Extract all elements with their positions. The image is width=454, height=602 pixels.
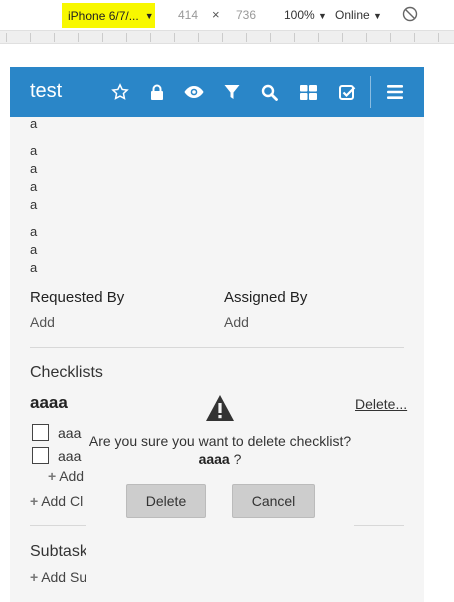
- add-checklist-link[interactable]: + Add Cl: [30, 493, 83, 509]
- dialog-message-suffix: ?: [233, 451, 242, 467]
- chevron-down-icon: ▼: [373, 11, 382, 21]
- requested-by-label: Requested By: [30, 289, 125, 306]
- star-icon[interactable]: [110, 82, 130, 102]
- device-toolbar: iPhone 6/7/... ▼ 414 × 736 100% ▼ Online…: [0, 0, 454, 30]
- assigned-by-label: Assigned By: [224, 289, 308, 306]
- chevron-down-icon: ▼: [144, 10, 154, 21]
- dialog-checklist-name: aaaa: [198, 451, 230, 467]
- eye-icon[interactable]: [184, 82, 204, 102]
- description-line: a: [30, 116, 38, 131]
- confirm-delete-dialog: Are you sure you want to delete checklis…: [86, 378, 354, 593]
- chevron-down-icon: ▼: [318, 11, 327, 21]
- grid-icon[interactable]: [298, 82, 318, 102]
- network-select[interactable]: Online ▼: [335, 8, 382, 22]
- description-line: a: [30, 260, 38, 275]
- plus-icon: +: [48, 468, 57, 484]
- cancel-button[interactable]: Cancel: [232, 484, 315, 518]
- divider: [30, 347, 404, 348]
- assigned-by-add-link[interactable]: Add: [224, 314, 249, 330]
- description-line: a: [30, 161, 38, 176]
- ruler: [0, 30, 454, 44]
- checklist-item-checkbox[interactable]: [32, 447, 49, 464]
- checklist-title[interactable]: aaaa: [30, 393, 68, 413]
- device-viewport: test a a a a a a a a Requested By Add As…: [10, 67, 424, 602]
- plus-icon: +: [30, 569, 39, 585]
- page-title: test: [30, 80, 63, 102]
- plus-icon: +: [30, 493, 39, 509]
- description-line: a: [30, 143, 38, 158]
- dialog-message: Are you sure you want to delete checklis…: [86, 432, 354, 468]
- checklist-item-checkbox[interactable]: [32, 424, 49, 441]
- rotate-icon[interactable]: [402, 6, 418, 22]
- app-header: test: [10, 67, 424, 117]
- warning-icon: [206, 395, 234, 421]
- toolbar-divider: [370, 76, 371, 108]
- delete-button[interactable]: Delete: [126, 484, 206, 518]
- add-checklist-label: Add Cl: [41, 493, 84, 509]
- zoom-select[interactable]: 100% ▼: [284, 8, 327, 22]
- device-select[interactable]: iPhone 6/7/... ▼: [62, 3, 155, 28]
- menu-icon[interactable]: [385, 82, 405, 102]
- device-name: iPhone 6/7/...: [68, 8, 139, 23]
- description-line: a: [30, 197, 38, 212]
- delete-checklist-link[interactable]: Delete...: [355, 396, 407, 412]
- dialog-message-text: Are you sure you want to delete checklis…: [88, 433, 352, 449]
- filter-icon[interactable]: [222, 82, 242, 102]
- requested-by-add-link[interactable]: Add: [30, 314, 55, 330]
- times-icon: ×: [212, 7, 220, 22]
- description-line: a: [30, 242, 38, 257]
- zoom-value: 100%: [284, 8, 315, 22]
- checkbox-icon[interactable]: [337, 82, 357, 102]
- description-line: a: [30, 224, 38, 239]
- width-field[interactable]: 414: [178, 8, 198, 22]
- search-icon[interactable]: [259, 82, 279, 102]
- description-line: a: [30, 179, 38, 194]
- add-item-label: Add: [59, 468, 85, 484]
- lock-icon[interactable]: [147, 82, 167, 102]
- add-item-link[interactable]: + Add: [48, 468, 84, 484]
- checklist-item-label: aaa: [58, 425, 82, 441]
- height-field[interactable]: 736: [236, 8, 256, 22]
- network-value: Online: [335, 8, 370, 22]
- checklist-item-label: aaa: [58, 448, 82, 464]
